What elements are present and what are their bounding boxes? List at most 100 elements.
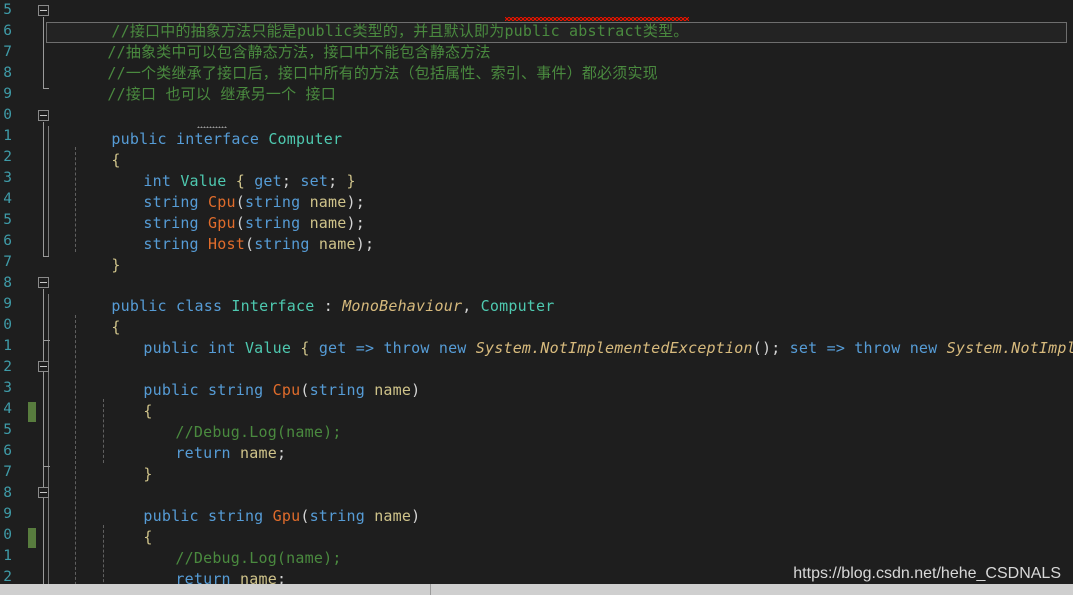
- line-number: 8: [3, 485, 12, 501]
- code-line-method-cpu-impl[interactable]: public string Cpu(string name): [88, 359, 420, 399]
- code-line-comment-debug[interactable]: //Debug.Log(name);: [120, 401, 342, 441]
- code-line-brace-close[interactable]: }: [56, 234, 121, 274]
- keyword-string: string: [309, 381, 365, 399]
- code-line-comment-4[interactable]: //接口 也可以 继承另一个 接口: [52, 63, 336, 103]
- keyword-string: string: [254, 235, 310, 253]
- method-name-host: Host: [208, 235, 245, 253]
- keyword-string: string: [208, 507, 264, 525]
- watermark-url: https://blog.csdn.net/hehe_CSDNALS: [793, 565, 1061, 582]
- error-squiggle-underline: [505, 17, 689, 21]
- line-number: 7: [3, 464, 12, 480]
- code-line-brace-open[interactable]: {: [88, 506, 153, 546]
- paren: (: [300, 381, 310, 399]
- change-indicator-bar: [28, 402, 36, 422]
- keyword-public: public: [143, 339, 199, 357]
- line-number: 3: [3, 380, 12, 396]
- fold-region-line: [43, 122, 49, 257]
- code-line-method-host-decl[interactable]: string Host(string name);: [88, 213, 374, 253]
- keyword-class: class: [176, 297, 223, 315]
- line-number: 5: [3, 2, 12, 18]
- line-number: 8: [3, 65, 12, 81]
- param-name: name: [318, 235, 356, 253]
- line-number: 9: [3, 86, 12, 102]
- fold-tick: [43, 466, 50, 467]
- line-number: 4: [3, 401, 12, 417]
- keyword-new: new: [909, 339, 938, 357]
- fold-toggle-method-cpu[interactable]: [38, 361, 49, 372]
- line-number: 1: [3, 128, 12, 144]
- semicolon: ;: [276, 444, 287, 462]
- keyword-set: set: [789, 339, 818, 357]
- code-editor[interactable]: 5 6 7 8 9 0 1 2 3 4 5 6 7 8 9 0 1 2 3 4 …: [0, 0, 1073, 595]
- code-line-brace-open[interactable]: {: [56, 296, 121, 336]
- method-name-cpu: Cpu: [272, 381, 301, 399]
- code-line-property-value-impl[interactable]: public int Value { get => throw new Syst…: [88, 317, 1073, 357]
- keyword-string: string: [143, 235, 199, 253]
- paren: ): [411, 381, 421, 399]
- fold-toggle-comment-block[interactable]: [38, 5, 49, 16]
- code-line-method-gpu-impl[interactable]: public string Gpu(string name): [88, 485, 420, 525]
- fold-toggle-class-interface[interactable]: [38, 277, 49, 288]
- arrow-operator: =>: [826, 339, 846, 357]
- line-number: 0: [3, 527, 12, 543]
- paren: (: [300, 507, 310, 525]
- fold-region-line: [43, 289, 44, 595]
- line-number: 4: [3, 191, 12, 207]
- code-folding-column[interactable]: [38, 0, 56, 595]
- line-number: 5: [3, 422, 12, 438]
- paren: (: [244, 235, 255, 253]
- fold-region-line: [43, 17, 49, 89]
- line-number: 6: [3, 23, 12, 39]
- code-line-return[interactable]: return name;: [120, 548, 286, 588]
- code-line-comment-3[interactable]: //一个类继承了接口后，接口中所有的方法（包括属性、索引、事件）都必须实现: [52, 42, 658, 82]
- line-number: 0: [3, 107, 12, 123]
- colon: :: [323, 297, 333, 315]
- line-number: 3: [3, 170, 12, 186]
- code-line-brace-open[interactable]: {: [88, 380, 153, 420]
- line-number: 8: [3, 275, 12, 291]
- code-line-method-cpu-decl[interactable]: string Cpu(string name);: [88, 171, 365, 211]
- parens: (): [752, 339, 772, 357]
- identifier-value: Value: [244, 339, 292, 357]
- keyword-string: string: [208, 381, 264, 399]
- keyword-get: get: [318, 339, 347, 357]
- brace: {: [300, 339, 310, 357]
- type-name-computer: Computer: [268, 130, 343, 148]
- code-line-comment-debug[interactable]: //Debug.Log(name);: [120, 527, 342, 567]
- line-number: 9: [3, 296, 12, 312]
- arrow-operator: =>: [355, 339, 375, 357]
- code-line-property-value[interactable]: int Value { get; set; }: [88, 150, 356, 190]
- line-number: 2: [3, 359, 12, 375]
- code-line-comment-2[interactable]: //抽象类中可以包含静态方法，接口中不能包含静态方法: [52, 21, 491, 61]
- horizontal-scrollbar[interactable]: [0, 584, 1073, 595]
- comment-text: //接口 也可以 继承另一个 接口: [107, 85, 336, 103]
- line-number: 6: [3, 443, 12, 459]
- code-line-brace-open[interactable]: {: [56, 129, 121, 169]
- identifier-dotted-underline: [197, 126, 227, 128]
- line-number: 2: [3, 149, 12, 165]
- paren: ): [411, 507, 421, 525]
- keyword-throw: throw: [854, 339, 901, 357]
- fold-toggle-interface-computer[interactable]: [38, 110, 49, 121]
- fold-toggle-method-gpu[interactable]: [38, 487, 49, 498]
- line-number: 5: [3, 212, 12, 228]
- keyword-return: return: [175, 444, 231, 462]
- param-name: name: [240, 444, 277, 462]
- class-name-interface: Interface: [231, 297, 315, 315]
- paren: ): [355, 235, 365, 253]
- change-indicator-bar: [28, 528, 36, 548]
- exception-type-clipped: System.NotImplementedExceptio: [946, 339, 1073, 357]
- fold-tick: [43, 340, 50, 341]
- keyword-throw: throw: [383, 339, 430, 357]
- code-line-return[interactable]: return name;: [120, 422, 286, 462]
- brace: }: [143, 465, 153, 483]
- line-number: 6: [3, 233, 12, 249]
- code-line-method-gpu-decl[interactable]: string Gpu(string name);: [88, 192, 365, 232]
- line-number: 0: [3, 317, 12, 333]
- code-text-area[interactable]: //接口中的抽象方法只能是public类型的，并且默认即为public abst…: [0, 0, 1073, 595]
- method-name-gpu: Gpu: [272, 507, 301, 525]
- horizontal-scrollbar-thumb[interactable]: [0, 584, 431, 595]
- line-number-gutter: 5 6 7 8 9 0 1 2 3 4 5 6 7 8 9 0 1 2 3 4 …: [0, 0, 14, 595]
- code-line-class-decl[interactable]: public class Interface : MonoBehaviour, …: [56, 275, 555, 315]
- code-line-brace-close[interactable]: }: [88, 443, 153, 483]
